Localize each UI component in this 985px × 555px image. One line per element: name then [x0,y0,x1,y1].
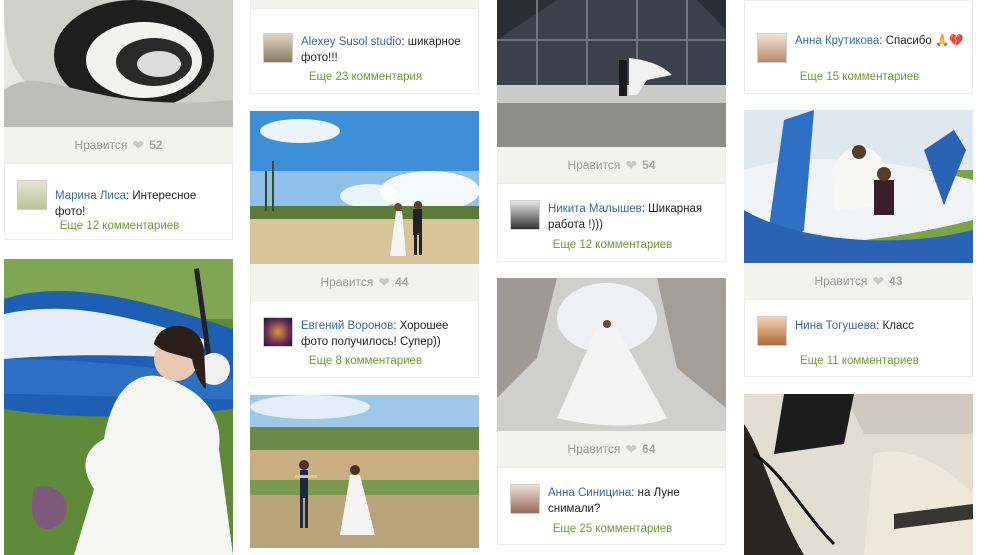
heart-icon[interactable]: ❤ [625,158,637,172]
comment-author[interactable]: Анна Синицина [548,487,631,499]
avatar[interactable] [510,200,540,230]
comment: Анна Синицина: на Луне снимали? [510,484,717,517]
more-comments-link[interactable]: Еще 12 комментариев [5,220,232,232]
more-comments-link[interactable]: Еще 11 комментариев [745,355,972,367]
like-label: Нравится [814,274,868,288]
avatar[interactable] [263,33,293,63]
comment-author[interactable]: Нина Тогушева [795,320,876,332]
post-photo-cave-bride[interactable] [497,278,726,431]
comment: Марина Лиса: Интересное фото! [17,180,224,220]
post-photo-forest-couple[interactable] [250,395,479,548]
like-count: 44 [395,275,409,289]
like-label: Нравится [74,138,128,152]
comment-author[interactable]: Никита Малышев [548,203,642,215]
like-count: 43 [889,274,903,288]
post-photo-interior-stairs[interactable] [744,394,973,555]
heart-icon[interactable]: ❤ [132,138,144,152]
like-count: 54 [642,158,656,172]
like-bar[interactable]: Нравится ❤ 54 [497,147,726,183]
like-bar[interactable]: ❤ [250,0,479,8]
like-label: Нравится [567,442,621,456]
comment-card: Анна Крутикова: Спасибо 🙏💔 Еще 15 коммен… [744,0,973,94]
heart-icon[interactable]: ❤ [625,442,637,456]
comment: Alexey Susol studio: шикарное фото!!! [263,33,470,66]
more-comments-link[interactable]: Еще 25 комментариев [498,523,725,535]
like-bar[interactable]: Нравится ❤ 52 [4,127,233,163]
more-comments-link[interactable]: Еще 12 комментариев [498,239,725,251]
comment: Евгений Воронов: Хорошее фото получилось… [263,317,470,350]
comment-author[interactable]: Евгений Воронов [301,320,393,332]
avatar[interactable] [17,180,47,210]
comment-card: Alexey Susol studio: шикарное фото!!! Ещ… [250,8,479,94]
comment: Нина Тогушева: Класс [757,316,964,346]
like-bar[interactable]: Нравится ❤ 44 [250,264,479,300]
comment-text: : Спасибо 🙏💔 [879,35,964,47]
more-comments-link[interactable]: Еще 23 комментария [251,71,478,83]
comment-card: Никита Малышев: Шикарная работа !))) Еще… [497,183,726,262]
like-label: Нравится [320,275,374,289]
more-comments-link[interactable]: Еще 15 комментариев [745,71,972,83]
comment-text: : Класс [876,320,914,332]
comment-card: Евгений Воронов: Хорошее фото получилось… [250,300,479,378]
comment-card: Анна Синицина: на Луне снимали? Еще 25 к… [497,467,726,545]
comment: Анна Крутикова: Спасибо 🙏💔 [757,33,964,63]
post-photo-staircase[interactable] [4,0,233,127]
comment-author[interactable]: Анна Крутикова [795,35,879,47]
post-photo-beach-couple[interactable] [250,111,479,264]
like-count: 64 [642,442,656,456]
comment-author[interactable]: Марина Лиса [55,190,126,202]
heart-icon[interactable]: ❤ [872,274,884,288]
avatar[interactable] [510,484,540,514]
post-photo-airplane-couple[interactable] [744,110,973,263]
comment-card: Марина Лиса: Интересное фото! Еще 12 ком… [4,163,233,240]
like-bar[interactable]: Нравится ❤ 64 [497,431,726,467]
like-label: Нравится [567,158,621,172]
like-bar[interactable]: Нравится ❤ 43 [744,263,973,299]
comment-author[interactable]: Alexey Susol studio [301,36,401,48]
comment-card: Нина Тогушева: Класс Еще 11 комментариев [744,299,973,377]
like-count: 52 [149,138,163,152]
avatar[interactable] [757,33,787,63]
avatar[interactable] [263,317,293,347]
comment: Никита Малышев: Шикарная работа !))) [510,200,717,233]
heart-icon[interactable]: ❤ [378,275,390,289]
avatar[interactable] [757,316,787,346]
post-photo-bride-airplane[interactable] [4,259,233,555]
more-comments-link[interactable]: Еще 8 комментариев [251,355,478,367]
post-photo-building-couple[interactable] [497,0,726,147]
